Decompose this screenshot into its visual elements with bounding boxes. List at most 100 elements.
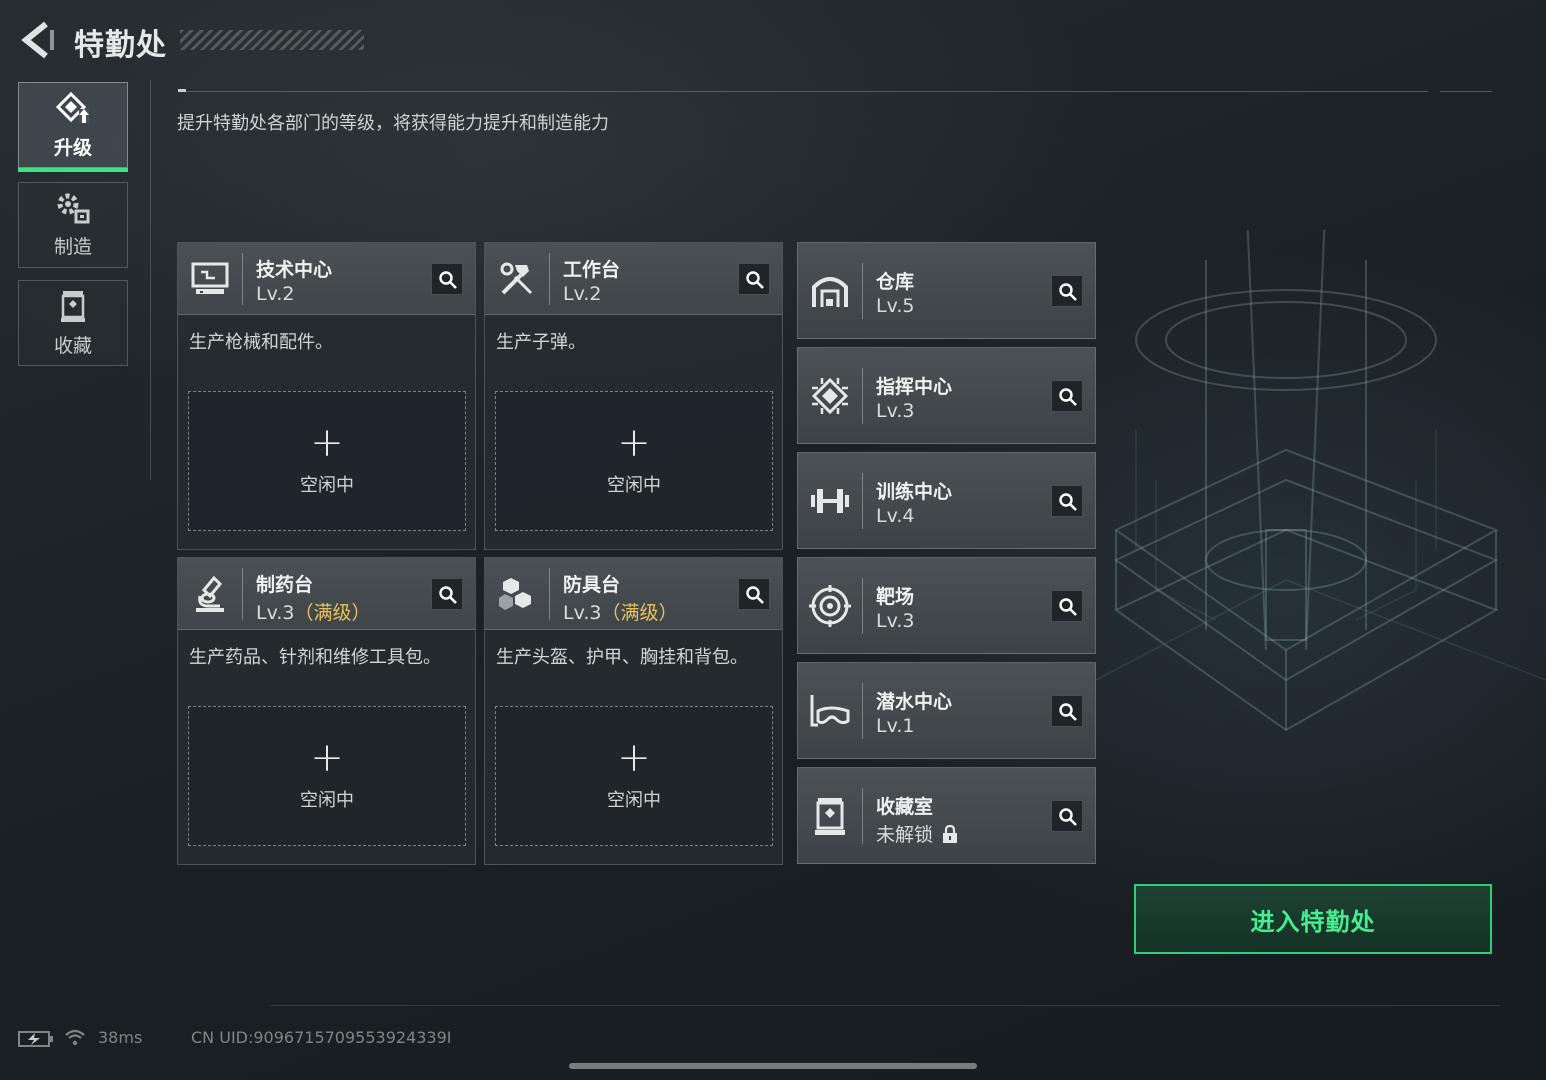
max-level-label: （满级） <box>601 602 678 624</box>
enter-special-ops-button[interactable]: 进入特勤处 <box>1134 884 1492 954</box>
display-case-icon <box>61 290 85 322</box>
ping-readout: 38ms <box>98 1028 143 1047</box>
page-title: 特勤处 <box>74 28 167 63</box>
workbench-name: 工作台 <box>563 259 621 281</box>
inspect-button[interactable] <box>1051 800 1083 832</box>
plus-icon: + <box>617 735 651 781</box>
workbench-header: 技术中心 Lv.2 <box>178 243 475 315</box>
facility-name: 潜水中心 <box>876 691 953 713</box>
back-button[interactable] <box>18 20 56 60</box>
hammer-wrench-icon <box>500 262 533 295</box>
workbench-card-workbench: 工作台 Lv.2 生产子弹。 + 空闲中 <box>484 242 783 550</box>
footer-rule <box>270 1005 1500 1006</box>
facility-level: Lv.5 <box>876 295 915 317</box>
level-value: Lv.2 <box>256 283 295 305</box>
inspect-button[interactable] <box>1051 380 1083 412</box>
facility-shooting-range[interactable]: 靶场 Lv.3 <box>797 557 1096 654</box>
monitor-icon <box>191 262 229 294</box>
facility-command-center[interactable]: 指挥中心 Lv.3 <box>797 347 1096 444</box>
workbench-name: 技术中心 <box>256 259 333 281</box>
tab-craft[interactable]: 制造 <box>18 182 128 268</box>
dumbbell-icon <box>811 489 849 513</box>
lock-icon <box>943 824 958 843</box>
inspect-button[interactable] <box>431 263 463 295</box>
workbench-description: 生产头盔、护甲、胸挂和背包。 <box>496 647 748 668</box>
inspect-button[interactable] <box>1051 485 1083 517</box>
inspect-button[interactable] <box>1051 590 1083 622</box>
enter-button-label: 进入特勤处 <box>1250 907 1376 936</box>
inspect-button[interactable] <box>738 263 770 295</box>
header-separator <box>549 568 550 620</box>
slot-state: 空闲中 <box>607 475 661 496</box>
battery-charging-icon <box>18 1031 53 1047</box>
facility-level: 未解锁 <box>876 820 959 847</box>
magnifier-icon <box>1059 808 1077 826</box>
tab-craft-label: 制造 <box>53 235 92 258</box>
workbench-description: 生产枪械和配件。 <box>189 332 333 353</box>
facility-training-center[interactable]: 训练中心 Lv.4 <box>797 452 1096 549</box>
facility-name: 训练中心 <box>876 481 953 503</box>
wifi-icon <box>65 1029 85 1046</box>
production-slot[interactable]: + 空闲中 <box>495 391 773 531</box>
nav-divider <box>150 80 151 480</box>
facility-name: 靶场 <box>876 586 915 608</box>
production-slot[interactable]: + 空闲中 <box>188 706 466 846</box>
home-indicator[interactable] <box>569 1063 977 1069</box>
workbench-header: 工作台 Lv.2 <box>485 243 782 315</box>
facility-separator <box>862 683 863 739</box>
facility-diving-center[interactable]: 潜水中心 Lv.1 <box>797 662 1096 759</box>
magnifier-icon <box>1059 283 1077 301</box>
title-decoration <box>180 30 364 50</box>
gears-icon <box>57 193 90 223</box>
inspect-button[interactable] <box>431 578 463 610</box>
facility-separator <box>862 263 863 319</box>
facility-separator <box>862 578 863 634</box>
facility-collection-room[interactable]: 收藏室 未解锁 <box>797 767 1096 864</box>
tab-collection-label: 收藏 <box>53 334 92 357</box>
target-icon <box>809 585 851 627</box>
inspect-button[interactable] <box>738 578 770 610</box>
workbench-description: 生产药品、针剂和维修工具包。 <box>189 647 441 668</box>
workbench-name: 制药台 <box>256 574 314 596</box>
workbench-description: 生产子弹。 <box>496 332 586 353</box>
facility-lock-status: 未解锁 <box>876 824 934 846</box>
facility-separator <box>862 788 863 844</box>
header-rule-mark <box>178 89 186 92</box>
tab-upgrade[interactable]: 升级 <box>18 82 128 172</box>
inspect-button[interactable] <box>1051 695 1083 727</box>
workbench-card-pharmacy: 制药台 Lv.3（满级） 生产药品、针剂和维修工具包。 + 空闲中 <box>177 557 476 865</box>
header-separator <box>242 253 243 305</box>
production-slot[interactable]: + 空闲中 <box>188 391 466 531</box>
workbench-card-armor-bench: 防具台 Lv.3（满级） 生产头盔、护甲、胸挂和背包。 + 空闲中 <box>484 557 783 865</box>
facility-name: 指挥中心 <box>876 376 953 398</box>
workbench-name: 防具台 <box>563 574 621 596</box>
plus-icon: + <box>617 420 651 466</box>
page-description: 提升特勤处各部门的等级，将获得能力提升和制造能力 <box>177 113 609 134</box>
facility-name: 仓库 <box>876 271 915 293</box>
magnifier-icon <box>1059 493 1077 511</box>
facility-level: Lv.3 <box>876 400 915 422</box>
tab-upgrade-label: 升级 <box>53 136 92 159</box>
magnifier-icon <box>1059 388 1077 406</box>
workbench-level: Lv.3（满级） <box>256 598 371 625</box>
header-separator <box>549 253 550 305</box>
workbench-card-tech-center: 技术中心 Lv.2 生产枪械和配件。 + 空闲中 <box>177 242 476 550</box>
magnifier-icon <box>746 271 764 289</box>
base-schematic-illustration <box>1096 230 1546 732</box>
chip-icon <box>811 377 849 415</box>
microscope-icon <box>196 575 224 612</box>
user-uid: CN UID:9096715709553924339I <box>191 1028 452 1047</box>
facility-separator <box>862 368 863 424</box>
facility-warehouse[interactable]: 仓库 Lv.5 <box>797 242 1096 339</box>
max-level-label: （满级） <box>294 602 371 624</box>
back-arrow-icon <box>21 21 54 59</box>
header-rule-end <box>1440 91 1492 92</box>
workbench-header: 防具台 Lv.3（满级） <box>485 558 782 630</box>
level-value: Lv.3 <box>563 602 602 624</box>
inspect-button[interactable] <box>1051 275 1083 307</box>
magnifier-icon <box>1059 598 1077 616</box>
magnifier-icon <box>439 271 457 289</box>
tab-collection[interactable]: 收藏 <box>18 280 128 366</box>
production-slot[interactable]: + 空闲中 <box>495 706 773 846</box>
header-rule <box>178 91 1428 92</box>
